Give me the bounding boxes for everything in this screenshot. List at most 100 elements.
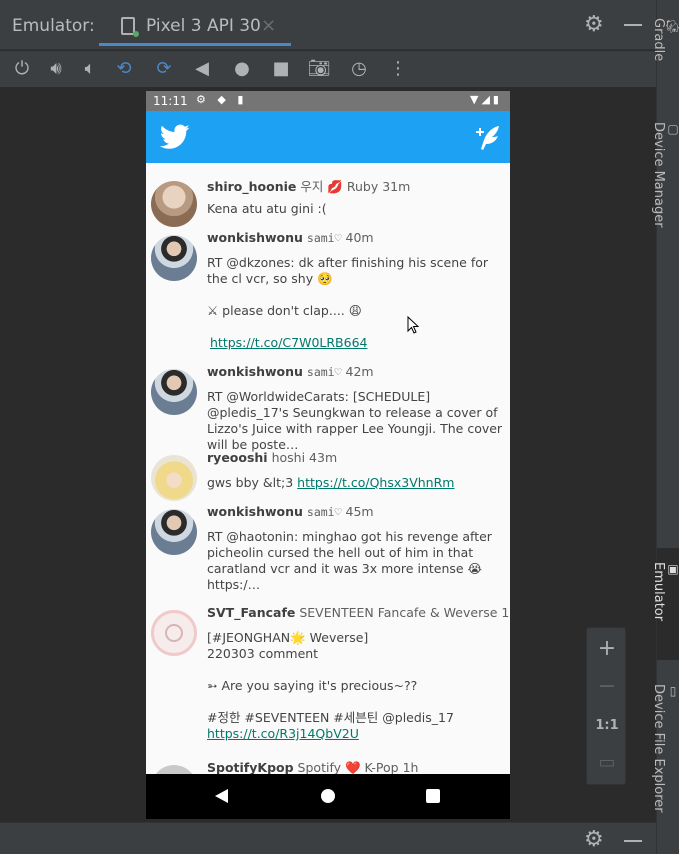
tweet-author[interactable]: shiro_hoonie [207, 179, 296, 194]
tweet-time: 1h [501, 605, 510, 620]
tweet-text: RT @dkzones: dk after finishing his scen… [207, 255, 489, 350]
app-bar [146, 111, 510, 163]
tweet-author[interactable]: wonkishwonu [207, 504, 303, 519]
tweet-time: 42m [345, 364, 374, 379]
tab-device-file-explorer[interactable]: ▯ Device File Explorer [651, 684, 679, 854]
device-screen[interactable]: 11:11 ⚙ ◆ ▮ ▼◢▮ shiro_hoonie 우지 💋 Ruby 3… [146, 91, 510, 819]
emulator-toolbar: ⏻ 🔊︎ 🔈︎ ⟲ ⟳ ◀ ● ■ 📷︎ ◷ ⋮ [0, 51, 656, 87]
tweet-meta: wonkishwonu sami♡ 42m [207, 364, 374, 379]
close-icon[interactable]: × [261, 15, 276, 36]
avatar[interactable] [151, 455, 197, 501]
tweet-handle: sami♡ [306, 365, 342, 379]
zoom-fit-icon[interactable]: ▭ [587, 752, 627, 773]
tweet-item[interactable]: shiro_hoonie 우지 💋 Ruby 31m Kena atu atu … [146, 176, 510, 227]
tweet-text: Kena atu atu gini :( [207, 201, 327, 216]
tweet-meta: wonkishwonu sami♡ 45m [207, 504, 374, 519]
tweet-author[interactable]: wonkishwonu [207, 364, 303, 379]
tool-window-title: Emulator: [12, 16, 95, 36]
notification-icons: ⚙ ◆ ▮ [196, 93, 248, 106]
nav-home-icon[interactable] [321, 789, 335, 803]
power-icon[interactable]: ⏻ [8, 55, 36, 83]
tweet-meta: SpotifyKpop Spotify ❤️ K-Pop 1h [207, 760, 418, 774]
tweet-text: gws bby &lt;3 https://t.co/Qhsx3VhnRm [207, 475, 455, 490]
tweet-time: 45m [345, 504, 374, 519]
tweet-time: 31m [382, 179, 411, 194]
tab-emulator-label: Emulator [651, 562, 666, 622]
gear-icon[interactable]: ⚙ [584, 827, 604, 852]
avatar[interactable] [151, 610, 197, 656]
avatar[interactable] [151, 235, 197, 281]
zoom-controls: + − 1:1 ▭ [586, 627, 626, 785]
tweet-link[interactable]: https://t.co/R3j14QbV2U [207, 726, 359, 741]
tab-label: Pixel 3 API 30 [146, 16, 261, 36]
zoom-1-to-1-button[interactable]: 1:1 [587, 718, 627, 733]
tweet-handle: sami♡ [306, 231, 342, 245]
more-icon[interactable]: ⋮ [384, 55, 412, 83]
nav-recents-icon[interactable] [426, 789, 440, 803]
avatar[interactable] [151, 509, 197, 555]
snapshot-icon[interactable]: ◷ [345, 55, 373, 83]
mouse-cursor-icon [407, 316, 419, 334]
tweet-text: RT @haotonin: minghao got his revenge af… [207, 529, 492, 592]
tab-pixel-3-api-30[interactable]: Pixel 3 API 30 × [99, 8, 291, 46]
tweet-handle: sami♡ [306, 505, 342, 519]
nav-back-icon[interactable] [215, 789, 228, 803]
tweet-item[interactable]: wonkishwonu sami♡ 42m RT @WorldwideCarat… [146, 364, 510, 452]
emulator-window: Emulator: Pixel 3 API 30 × ⚙ ⏻ 🔊︎ 🔈︎ ⟲ ⟳… [0, 0, 679, 854]
tab-gradle-label: Gradle [651, 18, 666, 62]
twitter-bird-icon [160, 124, 190, 149]
camera-icon[interactable]: 📷︎ [305, 55, 333, 83]
signal-battery-icons: ▼◢▮ [470, 93, 502, 106]
tab-active-indicator [99, 43, 291, 46]
minimize-icon[interactable] [624, 840, 642, 842]
tab-emulator[interactable]: ▣ Emulator [651, 548, 679, 660]
tweet-author[interactable]: wonkishwonu [207, 230, 303, 245]
tab-device-file-explorer-label: Device File Explorer [651, 684, 666, 813]
avatar[interactable] [151, 369, 197, 415]
device-icon [121, 17, 139, 37]
tweet-link[interactable]: https://t.co/C7W0LRB664 [210, 335, 368, 350]
rotate-left-icon[interactable]: ⟲ [110, 55, 138, 83]
tweet-handle: hoshi [271, 450, 306, 465]
tab-gradle[interactable]: 🐘︎ Gradle [651, 18, 679, 98]
tweet-feed[interactable]: shiro_hoonie 우지 💋 Ruby 31m Kena atu atu … [146, 163, 510, 774]
gear-icon[interactable]: ⚙ [584, 12, 604, 37]
tweet-author[interactable]: SpotifyKpop [207, 760, 294, 774]
compose-tweet-icon[interactable] [472, 123, 502, 153]
rotate-right-icon[interactable]: ⟳ [150, 55, 178, 83]
tweet-link[interactable]: https://t.co/Qhsx3VhnRm [297, 475, 454, 490]
minimize-icon[interactable] [624, 24, 642, 26]
android-status-bar: 11:11 ⚙ ◆ ▮ ▼◢▮ [146, 91, 510, 111]
device-manager-icon: ▢ [666, 122, 679, 136]
avatar[interactable] [151, 765, 197, 774]
tab-device-manager[interactable]: ▢ Device Manager [651, 122, 679, 267]
tweet-handle: 우지 💋 Ruby [300, 179, 379, 194]
tweet-item[interactable]: wonkishwonu sami♡ 45m RT @haotonin: ming… [146, 504, 510, 602]
zoom-in-button[interactable]: + [587, 636, 627, 661]
tweet-item[interactable]: wonkishwonu sami♡ 40m RT @dkzones: dk af… [146, 230, 510, 360]
avatar[interactable] [151, 181, 197, 227]
volume-up-icon[interactable]: 🔊︎ [42, 55, 70, 83]
tweet-item[interactable]: SVT_Fancafe SEVENTEEN Fancafe & Weverse … [146, 605, 510, 755]
right-tool-strip: 🐘︎ Gradle ▢ Device Manager ▣ Emulator ▯ … [651, 0, 679, 854]
zoom-out-button[interactable]: − [587, 674, 627, 699]
back-icon[interactable]: ◀ [188, 55, 216, 83]
volume-down-icon[interactable]: 🔈︎ [76, 55, 104, 83]
tweet-meta: SVT_Fancafe SEVENTEEN Fancafe & Weverse … [207, 605, 510, 620]
home-icon[interactable]: ● [228, 55, 256, 83]
status-time: 11:11 [153, 94, 188, 108]
tool-window-header: Emulator: Pixel 3 API 30 × ⚙ [0, 0, 656, 50]
emulator-icon: ▣ [666, 562, 679, 576]
device-file-explorer-icon: ▯ [666, 684, 679, 698]
tweet-author[interactable]: SVT_Fancafe [207, 605, 295, 620]
tweet-handle: SEVENTEEN Fancafe & Weverse [299, 605, 498, 620]
tweet-item[interactable]: ryeooshi hoshi 43m gws bby &lt;3 https:/… [146, 450, 510, 501]
tab-device-manager-label: Device Manager [651, 122, 666, 228]
android-nav-bar [146, 774, 510, 819]
overview-icon[interactable]: ■ [267, 55, 295, 83]
tweet-meta: shiro_hoonie 우지 💋 Ruby 31m [207, 176, 410, 195]
tweet-item[interactable]: SpotifyKpop Spotify ❤️ K-Pop 1h [146, 760, 510, 774]
tweet-meta: wonkishwonu sami♡ 40m [207, 230, 374, 245]
tweet-author[interactable]: ryeooshi [207, 450, 268, 465]
tweet-time: 43m [309, 450, 338, 465]
